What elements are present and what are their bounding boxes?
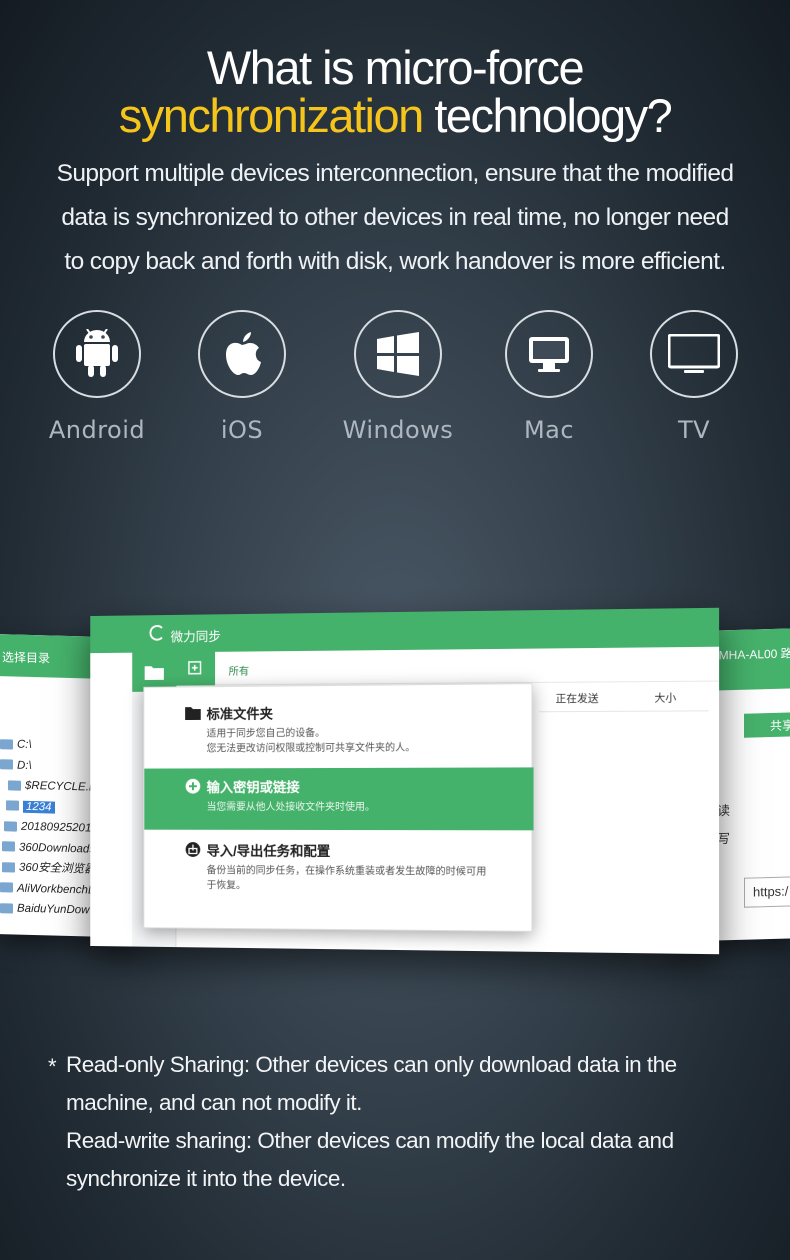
folder-icon bbox=[4, 821, 17, 832]
platform-label: Android bbox=[48, 416, 146, 444]
share-button[interactable]: 共享 bbox=[744, 712, 790, 738]
folder-icon bbox=[2, 862, 15, 873]
folder-icon bbox=[185, 707, 201, 721]
app-titlebar: 微力同步 bbox=[90, 607, 720, 654]
tv-icon bbox=[650, 310, 738, 398]
platform-label: Windows bbox=[342, 416, 454, 444]
address-input[interactable]: https:/ bbox=[744, 875, 790, 908]
note-line: Read-only Sharing: Other devices can onl… bbox=[66, 1052, 677, 1077]
folder-icon bbox=[2, 841, 15, 853]
column-size: 大小 bbox=[654, 692, 677, 705]
sync-logo-icon bbox=[149, 624, 165, 641]
windows-icon bbox=[354, 310, 442, 398]
folder-icon bbox=[0, 759, 13, 770]
platform-mac: Mac bbox=[479, 310, 619, 444]
intro-line: Support multiple devices interconnection… bbox=[56, 160, 734, 187]
note-line: machine, and can not modify it. bbox=[66, 1090, 362, 1115]
menu-item-import-export[interactable]: 导入/导出任务和配置 备份当前的同步任务，在操作系统重装或者发生故障的时候可用 … bbox=[144, 840, 533, 922]
intro-line: data is synchronized to other devices in… bbox=[61, 204, 729, 231]
folder-icon bbox=[0, 903, 13, 914]
heading-highlight: synchronization bbox=[118, 89, 425, 142]
folder-icon bbox=[0, 739, 13, 750]
heading-line-2: synchronization technology? bbox=[0, 92, 790, 140]
android-icon bbox=[53, 310, 141, 398]
divider bbox=[539, 710, 709, 713]
app-screenshot-composite: 选择目录 C:\ D:\ $RECYCLE.BIN 1234 201809252… bbox=[0, 600, 790, 960]
note-asterisk: * bbox=[48, 1054, 57, 1079]
tab-all[interactable]: 所有 bbox=[229, 663, 249, 678]
plus-circle-icon bbox=[185, 778, 201, 794]
add-folder-button[interactable] bbox=[176, 651, 216, 686]
folder-icon bbox=[8, 780, 21, 791]
platform-label: iOS bbox=[220, 416, 264, 444]
toolbar: 所有 bbox=[176, 646, 720, 686]
column-sending: 正在发送 bbox=[555, 692, 599, 706]
platform-windows: Windows bbox=[328, 310, 468, 444]
heading-line-2-rest: technology? bbox=[422, 89, 672, 142]
platform-tv: TV bbox=[624, 310, 764, 444]
platform-android: Android bbox=[27, 310, 167, 444]
heading-line-1: What is micro-force bbox=[206, 41, 585, 94]
platform-label: Mac bbox=[523, 416, 575, 444]
export-icon bbox=[185, 842, 201, 857]
add-icon bbox=[188, 661, 203, 677]
notes: * Read-only Sharing: Other devices can o… bbox=[48, 1046, 768, 1198]
note-line: synchronize it into the device. bbox=[66, 1166, 346, 1191]
add-folder-dropdown: 标准文件夹 适用于同步您自己的设备。 您无法更改访问权限或控制可共享文件夹的人。… bbox=[143, 683, 534, 932]
menu-item-standard-folder[interactable]: 标准文件夹 适用于同步您自己的设备。 您无法更改访问权限或控制可共享文件夹的人。 bbox=[144, 700, 533, 766]
monitor-icon bbox=[505, 310, 593, 398]
platform-label: TV bbox=[677, 416, 711, 444]
platform-list: Android iOS Windows Mac TV bbox=[0, 310, 790, 460]
intro-line: to copy back and forth with disk, work h… bbox=[64, 248, 726, 275]
folder-icon bbox=[0, 882, 13, 893]
menu-item-enter-key-or-link[interactable]: 输入密钥或链接 当您需要从他人处接收文件夹时使用。 bbox=[144, 767, 534, 831]
intro-paragraph: Support multiple devices interconnection… bbox=[20, 152, 770, 284]
note-line: Read-write sharing: Other devices can mo… bbox=[66, 1128, 674, 1153]
folder-icon bbox=[6, 800, 19, 812]
platform-ios: iOS bbox=[172, 310, 312, 444]
app-title: 微力同步 bbox=[170, 629, 221, 645]
apple-icon bbox=[198, 310, 286, 398]
